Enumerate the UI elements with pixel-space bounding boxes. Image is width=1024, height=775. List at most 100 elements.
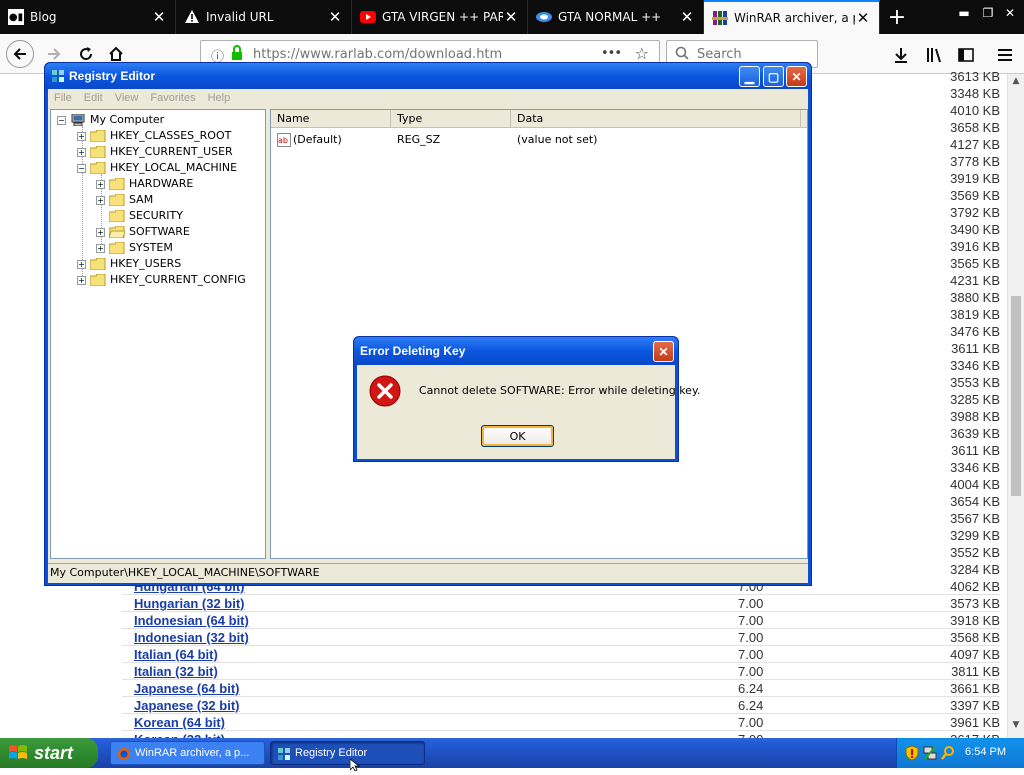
scroll-down-icon[interactable]: ▼ <box>1008 720 1024 736</box>
menu-edit[interactable]: Edit <box>78 92 109 104</box>
tree-node-security[interactable]: SECURITY <box>109 208 183 224</box>
tree-node-my-computer[interactable]: − My Computer <box>57 112 164 128</box>
download-link[interactable]: Japanese (64 bit) <box>134 680 240 697</box>
collapse-icon[interactable]: − <box>57 115 66 125</box>
tab-blog[interactable]: ●▮ Blog ✕ <box>0 0 176 34</box>
scrollbar-thumb[interactable] <box>1011 296 1021 496</box>
taskbar-item-winrar[interactable]: WinRAR archiver, a p... <box>110 741 265 765</box>
column-type[interactable]: Type <box>391 110 511 128</box>
expand-icon[interactable]: + <box>96 243 105 253</box>
tree-node-hardware[interactable]: + HARDWARE <box>96 176 193 192</box>
maximize-button[interactable]: ▢ <box>763 66 784 87</box>
minimize-button[interactable]: ▁ <box>739 66 760 87</box>
minimize-icon[interactable]: ▬ <box>954 6 974 24</box>
tab-winrar[interactable]: WinRAR archiver, a pow ✕ <box>704 0 880 34</box>
size-cell: 3611 KB <box>951 443 1000 458</box>
download-link[interactable]: Japanese (32 bit) <box>134 697 240 714</box>
close-icon[interactable]: ✕ <box>679 8 695 26</box>
menu-help[interactable]: Help <box>202 92 237 104</box>
tab-invalid-url[interactable]: Invalid URL ✕ <box>176 0 352 34</box>
values-list[interactable]: Name Type Data ab (Default) REG_SZ (valu… <box>270 109 808 559</box>
dialog-close-button[interactable]: ✕ <box>653 341 674 362</box>
download-link[interactable]: Korean (64 bit) <box>134 714 225 731</box>
table-row: Japanese (64 bit) 6.24 3661 KB <box>122 680 1000 697</box>
tab-title: Blog <box>30 10 57 24</box>
expand-icon[interactable]: + <box>96 195 105 205</box>
expand-icon[interactable]: + <box>77 131 86 141</box>
size-cell: 3819 KB <box>950 307 1000 322</box>
expand-icon[interactable]: + <box>96 227 105 237</box>
dialog-titlebar[interactable]: Error Deleting Key ✕ <box>354 337 678 365</box>
tab-bar: ●▮ Blog ✕ Invalid URL ✕ GTA VIRGEN ++ PA… <box>0 0 1024 34</box>
size-cell: 3490 KB <box>950 222 1000 237</box>
menu-view[interactable]: View <box>109 92 145 104</box>
close-icon[interactable]: ✕ <box>503 8 519 26</box>
search-tray-icon[interactable] <box>941 745 955 764</box>
value-type: REG_SZ <box>397 133 441 146</box>
warning-icon <box>184 9 200 25</box>
column-name[interactable]: Name <box>271 110 391 128</box>
tree-label: SECURITY <box>129 209 183 222</box>
url-text: https://www.rarlab.com/download.htm <box>253 46 503 62</box>
security-shield-icon[interactable] <box>905 745 919 764</box>
close-icon[interactable]: ✕ <box>1000 6 1020 24</box>
tree-label: HKEY_CURRENT_USER <box>110 145 233 158</box>
back-button[interactable] <box>6 40 34 68</box>
arrow-left-icon <box>13 48 26 60</box>
close-icon[interactable]: ✕ <box>327 8 343 26</box>
version-cell: 7.00 <box>738 613 764 628</box>
bookmark-star-icon[interactable]: ☆ <box>635 44 649 63</box>
close-icon[interactable]: ✕ <box>855 9 871 27</box>
network-icon[interactable] <box>923 745 937 764</box>
download-link[interactable]: Italian (64 bit) <box>134 646 218 663</box>
page-actions-icon[interactable]: ••• <box>601 46 622 61</box>
table-row: Korean (64 bit) 7.00 3961 KB <box>122 714 1000 731</box>
dialog-title: Error Deleting Key <box>360 344 466 358</box>
registry-editor-window: Registry Editor ▁ ▢ ✕ File Edit View Fav… <box>44 62 812 586</box>
expand-icon[interactable]: + <box>77 147 86 157</box>
download-link[interactable]: Hungarian (32 bit) <box>134 595 245 612</box>
folder-icon <box>109 194 125 206</box>
expand-icon[interactable]: + <box>77 275 86 285</box>
size-cell: 3778 KB <box>950 154 1000 169</box>
library-button[interactable] <box>924 44 946 66</box>
tree-node-hkcr[interactable]: + HKEY_CLASSES_ROOT <box>77 128 231 144</box>
tree-node-hku[interactable]: + HKEY_USERS <box>77 256 181 272</box>
size-cell: 3918 KB <box>950 613 1000 628</box>
tree-node-hkcu[interactable]: + HKEY_CURRENT_USER <box>77 144 233 160</box>
new-tab-button[interactable]: + <box>880 0 914 34</box>
menu-favorites[interactable]: Favorites <box>144 92 201 104</box>
start-button[interactable]: start <box>0 738 98 768</box>
tab-gta-virgen[interactable]: GTA VIRGEN ++ PARA ✕ <box>352 0 528 34</box>
close-button[interactable]: ✕ <box>786 66 807 87</box>
size-cell: 3567 KB <box>950 511 1000 526</box>
menu-button[interactable] <box>994 44 1016 66</box>
tree-node-system[interactable]: + SYSTEM <box>96 240 173 256</box>
ok-button[interactable]: OK <box>481 425 554 447</box>
tab-gta-normal[interactable]: GTA NORMAL ++ ✕ <box>528 0 704 34</box>
tree-node-hkcc[interactable]: + HKEY_CURRENT_CONFIG <box>77 272 246 288</box>
collapse-icon[interactable]: − <box>77 163 86 173</box>
tree-node-sam[interactable]: + SAM <box>96 192 153 208</box>
expand-icon[interactable]: + <box>77 259 86 269</box>
downloads-button[interactable] <box>890 44 912 66</box>
tree-node-software[interactable]: + SOFTWARE <box>96 224 190 240</box>
taskbar-item-registry-editor[interactable]: Registry Editor <box>270 741 425 765</box>
restore-icon[interactable]: ❐ <box>978 6 998 24</box>
scroll-up-icon[interactable]: ▲ <box>1008 76 1024 92</box>
registry-editor-titlebar[interactable]: Registry Editor ▁ ▢ ✕ <box>45 63 811 89</box>
menu-file[interactable]: File <box>48 92 78 104</box>
folder-open-icon <box>90 162 106 174</box>
expand-icon[interactable]: + <box>96 179 105 189</box>
download-link[interactable]: Indonesian (64 bit) <box>134 612 249 629</box>
regedit-icon <box>278 748 290 760</box>
table-row: Hungarian (32 bit) 7.00 3573 KB <box>122 595 1000 612</box>
tree-node-hklm[interactable]: − HKEY_LOCAL_MACHINE <box>77 160 237 176</box>
download-link[interactable]: Indonesian (32 bit) <box>134 629 249 646</box>
sidebar-button[interactable] <box>955 44 977 66</box>
page-scrollbar[interactable]: ▲ ▼ <box>1007 74 1024 738</box>
column-data[interactable]: Data <box>511 110 801 128</box>
close-icon[interactable]: ✕ <box>151 8 167 26</box>
registry-tree[interactable]: − My Computer + HKEY_CLASSES_ROOT + HKEY… <box>50 109 266 559</box>
download-link[interactable]: Italian (32 bit) <box>134 663 218 680</box>
